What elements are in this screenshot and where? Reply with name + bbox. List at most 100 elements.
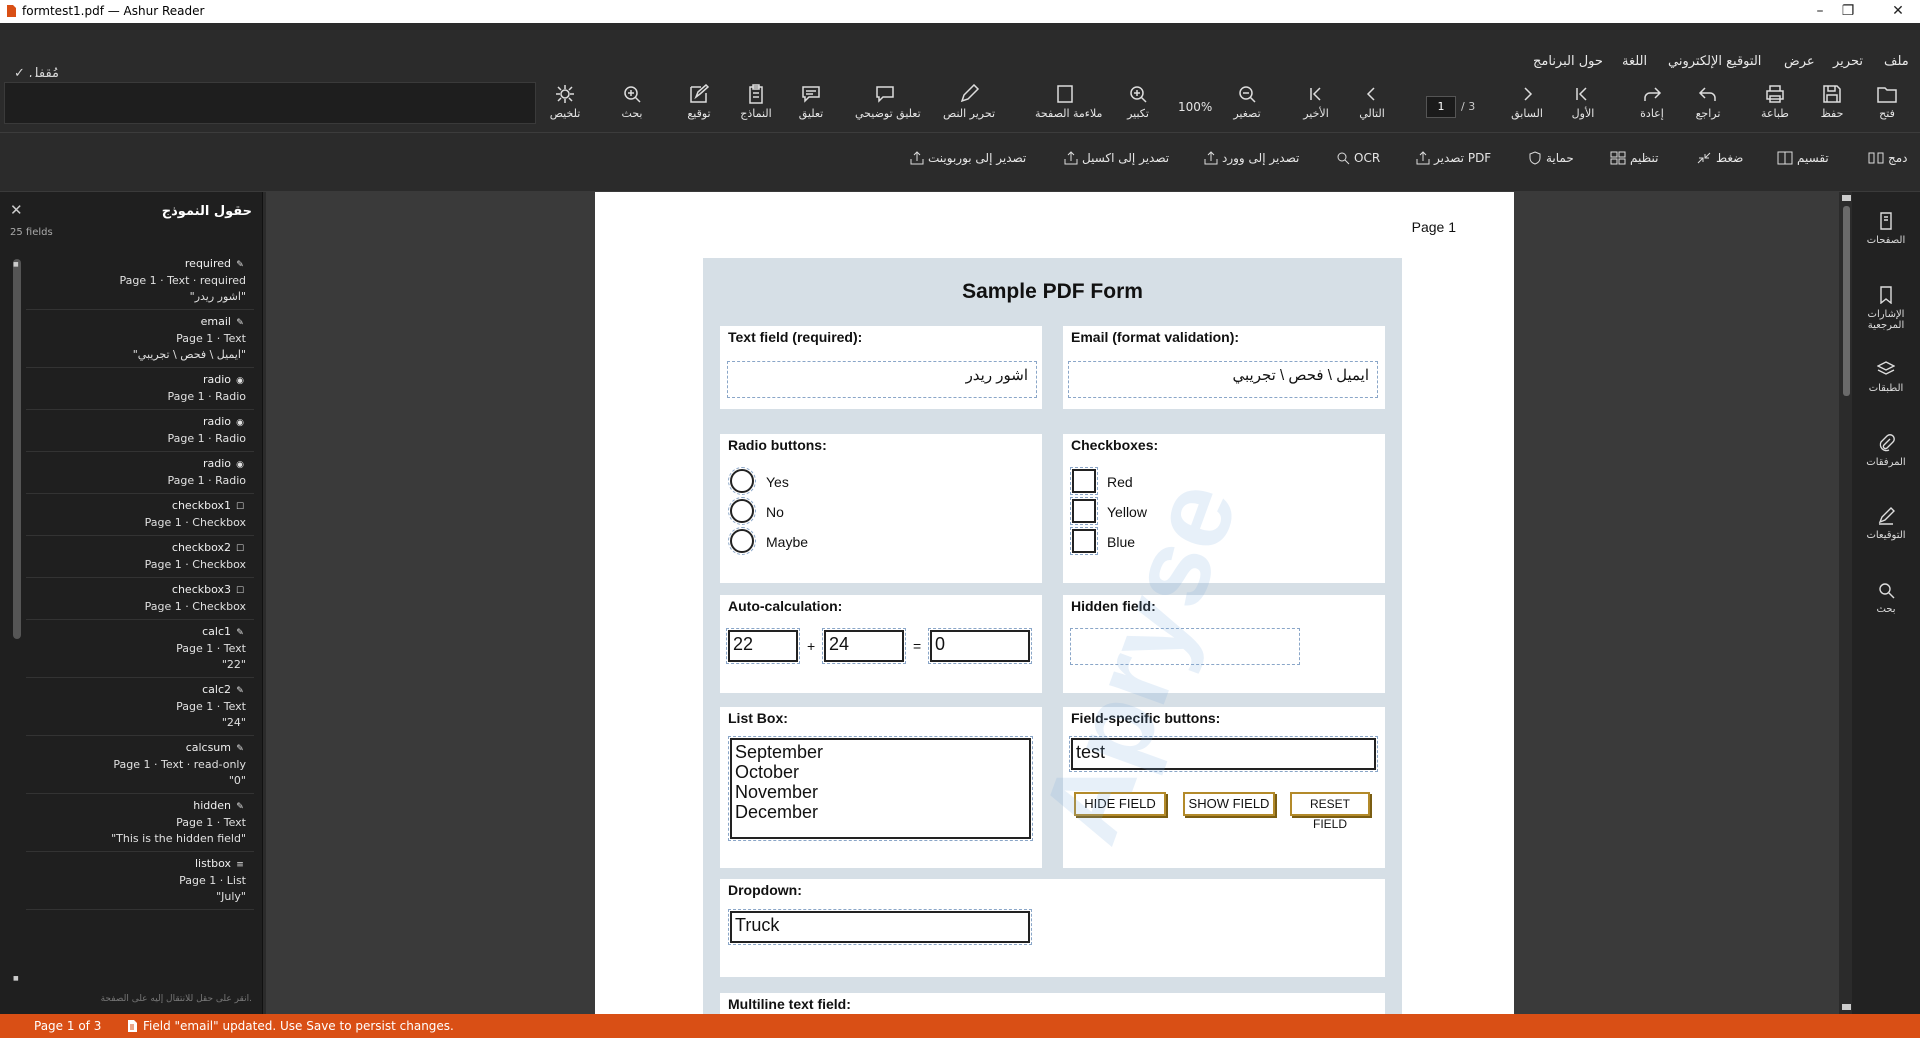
- field-name-line: listbox ≡: [26, 856, 246, 873]
- field-list-item[interactable]: radio ◉ Page 1 · Radio: [26, 452, 254, 494]
- prev-page-button[interactable]: السابق: [1497, 84, 1557, 120]
- form-fields-panel: ✕ حقول النموذج 25 fields required ✎ Page 1…: [0, 192, 263, 1014]
- prev-page-icon: [1524, 87, 1533, 101]
- field-list-item[interactable]: radio ◉ Page 1 · Radio: [26, 410, 254, 452]
- redo-button[interactable]: إعادة: [1622, 84, 1682, 120]
- show-field-button[interactable]: SHOW FIELD: [1183, 792, 1275, 816]
- radio-no[interactable]: [728, 497, 756, 525]
- page-number-input[interactable]: 1: [1426, 96, 1456, 118]
- menu-esign[interactable]: التوقيع الإلكتروني: [1668, 54, 1761, 69]
- field-list-item[interactable]: radio ◉ Page 1 · Radio: [26, 368, 254, 410]
- close-button[interactable]: ✕: [1878, 2, 1918, 20]
- field-name: checkbox2: [171, 541, 231, 554]
- zoom-out-button[interactable]: تصغير: [1217, 84, 1277, 120]
- rail-search[interactable]: بحث: [1856, 581, 1916, 615]
- dropdown-select[interactable]: Truck: [728, 909, 1032, 945]
- field-list-item[interactable]: listbox ≡ Page 1 · List "July": [26, 852, 254, 910]
- rail-layers[interactable]: الطبقات: [1856, 360, 1916, 394]
- rail-bookmarks[interactable]: الإشارات المرجعية: [1856, 286, 1916, 331]
- email-input[interactable]: ايميل \ فحص \ تجريبي: [1068, 361, 1378, 398]
- checkbox-red-label: Red: [1107, 474, 1133, 490]
- sign-button[interactable]: توقيع: [669, 84, 729, 120]
- comment-button[interactable]: تعليق: [781, 84, 841, 120]
- field-list-item[interactable]: email ✎ Page 1 · Text "ايميل \ فحص \ تجريبي…: [26, 310, 254, 368]
- field-list-item[interactable]: calc1 ✎ Page 1 · Text "22": [26, 620, 254, 678]
- field-list: required ✎ Page 1 · Text · required "اشور ر…: [26, 252, 254, 910]
- checkbox-blue[interactable]: [1070, 527, 1098, 555]
- menu-about[interactable]: حول البرنامج: [1533, 54, 1603, 69]
- scroll-up-arrow-icon[interactable]: ■: [13, 261, 19, 268]
- field-list-item[interactable]: checkbox3 ☐ Page 1 · Checkbox: [26, 578, 254, 620]
- page-label: Page 1: [1411, 219, 1456, 235]
- summarize-button[interactable]: تلخيص: [535, 84, 595, 120]
- field-list-item[interactable]: checkbox2 ☐ Page 1 · Checkbox: [26, 536, 254, 578]
- protect-button[interactable]: حماية: [1528, 151, 1574, 165]
- field-meta: Page 1 · Checkbox: [144, 516, 246, 529]
- field-list-item[interactable]: checkbox1 ☐ Page 1 · Checkbox: [26, 494, 254, 536]
- export-excel-button[interactable]: تصدير إلى اكسيل: [1064, 151, 1169, 165]
- checkbox-yellow[interactable]: [1070, 497, 1098, 525]
- email-label: Email (format validation):: [1071, 329, 1240, 345]
- checkbox-red[interactable]: [1070, 467, 1098, 495]
- menu-view[interactable]: عرض: [1784, 54, 1815, 69]
- organize-button[interactable]: تنظيم: [1610, 151, 1658, 165]
- export-pdf-button[interactable]: تصدير PDF: [1416, 151, 1491, 165]
- restore-button[interactable]: ❐: [1828, 2, 1868, 20]
- attachment-icon: [1879, 434, 1895, 452]
- field-list-item[interactable]: calcsum ✎ Page 1 · Text · read-only "0": [26, 736, 254, 794]
- menu-file[interactable]: ملف: [1884, 54, 1909, 69]
- field-list-item[interactable]: hidden ✎ Page 1 · Text "This is the hidden …: [26, 794, 254, 852]
- rail-attachments[interactable]: المرفقات: [1856, 434, 1916, 468]
- rail-pages[interactable]: الصفحات: [1856, 212, 1916, 246]
- menu-edit[interactable]: تحرير: [1833, 54, 1863, 69]
- scroll-down-icon[interactable]: [1842, 1004, 1851, 1010]
- zoom-in-button[interactable]: تكبير: [1108, 84, 1168, 120]
- list-item[interactable]: October: [735, 762, 1026, 782]
- fit-page-button[interactable]: ملاءمة الصفحة: [1035, 84, 1102, 120]
- forms-button[interactable]: النماذج: [726, 84, 786, 120]
- edit-text-button[interactable]: تحرير النص: [939, 84, 999, 120]
- reset-field-button[interactable]: RESET FIELD: [1290, 792, 1370, 831]
- field-meta: Page 1 · Text: [176, 700, 246, 713]
- field-meta: Page 1 · Text: [176, 332, 246, 345]
- listbox[interactable]: September October November December: [728, 736, 1033, 841]
- search-button[interactable]: بحث: [602, 84, 662, 120]
- last-page-button[interactable]: الأخير: [1286, 84, 1346, 120]
- list-item[interactable]: November: [735, 782, 1026, 802]
- open-button[interactable]: فتح: [1857, 84, 1917, 120]
- menu-language[interactable]: اللغة: [1622, 54, 1647, 69]
- merge-button[interactable]: دمج: [1868, 151, 1908, 165]
- scroll-down-arrow-icon[interactable]: ■: [13, 975, 19, 982]
- export-powerpoint-button[interactable]: تصدير إلى بوربوينت: [910, 151, 1026, 165]
- radio-yes[interactable]: [728, 467, 756, 495]
- undo-button[interactable]: تراجع: [1678, 84, 1738, 120]
- first-page-button[interactable]: الأول: [1553, 84, 1613, 120]
- field-list-scrollbar[interactable]: [13, 259, 21, 639]
- calc2-input[interactable]: 24: [822, 628, 906, 664]
- print-button[interactable]: طباعة: [1745, 84, 1805, 120]
- list-item[interactable]: September: [735, 742, 1026, 762]
- edit-text-icon: [960, 84, 980, 103]
- save-icon: [1823, 85, 1841, 103]
- field-list-item[interactable]: required ✎ Page 1 · Text · required "اشور ر…: [26, 252, 254, 310]
- next-page-button[interactable]: التالي: [1342, 84, 1402, 120]
- callout-button[interactable]: تعليق توضيحي: [855, 84, 921, 120]
- save-button[interactable]: حفظ: [1802, 84, 1862, 120]
- field-list-item[interactable]: calc2 ✎ Page 1 · Text "24": [26, 678, 254, 736]
- export-word-button[interactable]: تصدير إلى وورد: [1204, 151, 1299, 165]
- text-field-input[interactable]: اشور ريدر: [727, 361, 1037, 398]
- scrollbar-thumb[interactable]: [1843, 206, 1850, 396]
- rail-signatures[interactable]: التوقيعات: [1856, 507, 1916, 541]
- zoom-level[interactable]: 100%: [1178, 100, 1212, 114]
- close-icon[interactable]: ✕: [10, 201, 23, 219]
- scroll-up-icon[interactable]: [1842, 195, 1851, 201]
- list-item[interactable]: December: [735, 802, 1026, 822]
- field-type-icon: ✎: [236, 802, 244, 812]
- split-button[interactable]: تقسيم: [1777, 151, 1829, 165]
- compress-button[interactable]: ضغط: [1696, 151, 1743, 165]
- app-icon: [7, 5, 16, 17]
- ocr-button[interactable]: OCR: [1336, 151, 1380, 165]
- calc1-input[interactable]: 22: [726, 628, 800, 664]
- radio-maybe[interactable]: [728, 527, 756, 555]
- toolbar-search-input[interactable]: [4, 82, 536, 124]
